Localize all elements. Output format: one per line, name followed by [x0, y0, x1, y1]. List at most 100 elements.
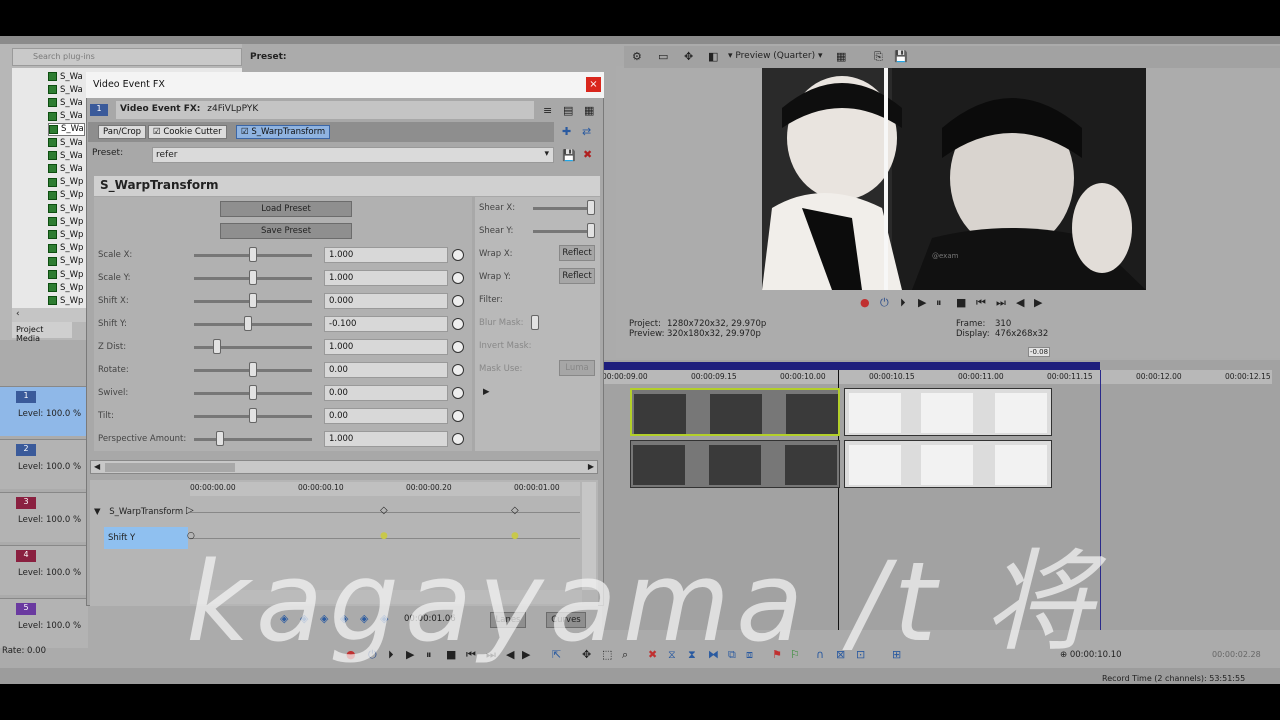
timeline-region-marker[interactable]: -0.08	[1028, 347, 1050, 357]
animate-clock-icon[interactable]	[452, 433, 464, 445]
animate-clock-icon[interactable]	[452, 341, 464, 353]
video-clip-2b[interactable]	[844, 440, 1052, 488]
play-from-start-icon[interactable]: ⏵	[388, 648, 394, 662]
keyframe-marker[interactable]: ▷	[186, 505, 194, 516]
plugin-list-item[interactable]: S_Wa	[48, 122, 85, 136]
track-header[interactable]: 3 Level: 100.0 %	[0, 492, 88, 542]
lanes-button[interactable]: Lanes	[490, 612, 526, 628]
param-slider-thumb[interactable]	[249, 247, 257, 262]
param-value-field[interactable]: 1.000	[324, 247, 448, 263]
animate-clock-icon[interactable]	[452, 387, 464, 399]
save-preset-button[interactable]: Save Preset	[220, 223, 352, 239]
plugin-list-item[interactable]: S_Wa	[48, 83, 83, 96]
plugin-list-item[interactable]: S_Wp	[48, 202, 83, 215]
prev-frame-icon[interactable]: ◀	[1016, 296, 1024, 309]
cut-icon[interactable]: ⧓	[708, 648, 719, 661]
plugin-list-item[interactable]: S_Wa	[48, 110, 83, 123]
track-level[interactable]: Level: 100.0 %	[18, 409, 81, 419]
cursor-time-box[interactable]: ⊕ 00:00:10.10	[1060, 650, 1130, 664]
track-header[interactable]: 5 Level: 100.0 %	[0, 598, 88, 648]
video-clip-1b[interactable]	[844, 388, 1052, 436]
keyframe-marker[interactable]: ◇	[511, 505, 519, 516]
lock-envelopes-icon[interactable]: ⊞	[892, 648, 901, 661]
keyframe-point[interactable]: ●	[380, 531, 388, 541]
param-value-field[interactable]: 0.000	[324, 293, 448, 309]
add-fx-icon[interactable]: ✚	[562, 125, 571, 138]
plugin-list-item[interactable]: S_Wa	[48, 96, 83, 109]
auto-crossfade-icon[interactable]: ⊠	[836, 648, 845, 661]
plugin-list-item[interactable]: S_Wp	[48, 294, 83, 307]
keyframe-vscrollbar[interactable]	[582, 482, 596, 590]
shear-x-thumb[interactable]	[587, 200, 595, 215]
plugin-list-item[interactable]: S_Wp	[48, 268, 83, 281]
track-level[interactable]: Level: 100.0 %	[18, 568, 81, 578]
plugin-list-item[interactable]: S_Wa	[48, 162, 83, 175]
blur-mask-thumb[interactable]	[531, 315, 539, 330]
collapse-arrow-icon[interactable]: ▼	[94, 507, 101, 517]
track-header[interactable]: 2 Level: 100.0 %	[0, 439, 88, 489]
save-snapshot-icon[interactable]: 💾	[894, 50, 908, 63]
plugin-list-item[interactable]: S_Wp	[48, 215, 83, 228]
param-slider-thumb[interactable]	[249, 385, 257, 400]
track-header[interactable]: 1 Level: 100.0 %	[0, 386, 88, 436]
video-clip-1a[interactable]	[630, 388, 840, 436]
grid-view-icon[interactable]: ▦	[584, 104, 594, 117]
plugin-list-item[interactable]: S_Wp	[48, 281, 83, 294]
preset-dropdown[interactable]: refer ▾	[152, 147, 554, 163]
shear-x-slider[interactable]	[533, 207, 593, 210]
param-value-field[interactable]: 1.000	[324, 431, 448, 447]
chain-cookie-cutter[interactable]: ☑ Cookie Cutter	[148, 125, 227, 139]
list-view-icon[interactable]: ≡	[543, 104, 552, 117]
pause-icon[interactable]: ⏸	[936, 296, 942, 310]
plugin-list-item[interactable]: S_Wp	[48, 176, 83, 189]
track-level[interactable]: Level: 100.0 %	[18, 621, 81, 631]
video-clip-2a[interactable]	[630, 440, 840, 488]
param-slider-thumb[interactable]	[243, 316, 252, 331]
zoom-tool-icon[interactable]: ⌕	[622, 648, 628, 662]
pause-icon[interactable]: ⏸	[426, 648, 432, 662]
expand-arrow-icon[interactable]: ▶	[483, 387, 490, 397]
plugin-list-item[interactable]: S_Wa	[48, 70, 83, 83]
plugin-list-item[interactable]: S_Wp	[48, 189, 83, 202]
paste-icon[interactable]: ⧈	[746, 648, 753, 662]
ripple-icon[interactable]: ⊡	[856, 648, 865, 661]
stop-icon[interactable]: ■	[446, 648, 456, 661]
plugin-list-item[interactable]: S_Wp	[48, 242, 83, 255]
split-icon[interactable]: ⧗	[688, 648, 696, 662]
param-slider-thumb[interactable]	[216, 431, 224, 446]
keyframe-time[interactable]: 00:00:01.06	[404, 614, 456, 624]
go-to-end-icon[interactable]: ⏭	[996, 296, 1006, 310]
plugin-search-input[interactable]: Search plug-ins	[12, 48, 242, 66]
timeline-ruler[interactable]: 00:00:09.00 00:00:09.15 00:00:10.00 00:00:1…	[602, 370, 1272, 384]
play-from-start-icon[interactable]: ⏵	[900, 296, 906, 310]
record-icon[interactable]: ●	[860, 296, 870, 309]
go-to-start-icon[interactable]: ⏮	[976, 296, 986, 310]
add-keyframe-icon[interactable]: ◈	[320, 612, 328, 625]
play-icon[interactable]: ▶	[918, 296, 926, 309]
param-value-field[interactable]: 0.00	[324, 385, 448, 401]
param-slider-thumb[interactable]	[249, 293, 257, 308]
param-slider-thumb[interactable]	[249, 408, 257, 423]
param-value-field[interactable]: -0.100	[324, 316, 448, 332]
go-to-end-icon[interactable]: ⏭	[486, 648, 496, 662]
next-keyframe-icon[interactable]: ◈	[360, 612, 368, 625]
params-hscrollbar[interactable]: ◀ ▶	[90, 460, 598, 474]
shear-y-slider[interactable]	[533, 230, 593, 233]
preview-quality-select[interactable]: ▾ Preview (Quarter) ▾	[728, 51, 822, 61]
chain-pan-crop[interactable]: Pan/Crop	[98, 125, 147, 139]
gear-icon[interactable]: ⚙	[632, 50, 642, 63]
envelope-tool-icon[interactable]: ✥	[582, 648, 591, 661]
curves-button[interactable]: Curves	[546, 612, 586, 628]
next-frame-icon[interactable]: ▶	[522, 648, 530, 661]
copy-snapshot-icon[interactable]: ⎘	[874, 50, 883, 64]
selection-tool-icon[interactable]: ⬚	[602, 648, 612, 661]
copy-icon[interactable]: ⧉	[728, 648, 736, 662]
snap-icon[interactable]: ∩	[816, 648, 824, 661]
external-monitor-icon[interactable]: ▭	[658, 50, 668, 63]
param-slider[interactable]	[194, 323, 312, 326]
tab-project-media[interactable]: Project Media	[12, 322, 72, 343]
play-icon[interactable]: ▶	[406, 648, 414, 661]
animate-clock-icon[interactable]	[452, 364, 464, 376]
animate-clock-icon[interactable]	[452, 272, 464, 284]
param-value-field[interactable]: 1.000	[324, 339, 448, 355]
